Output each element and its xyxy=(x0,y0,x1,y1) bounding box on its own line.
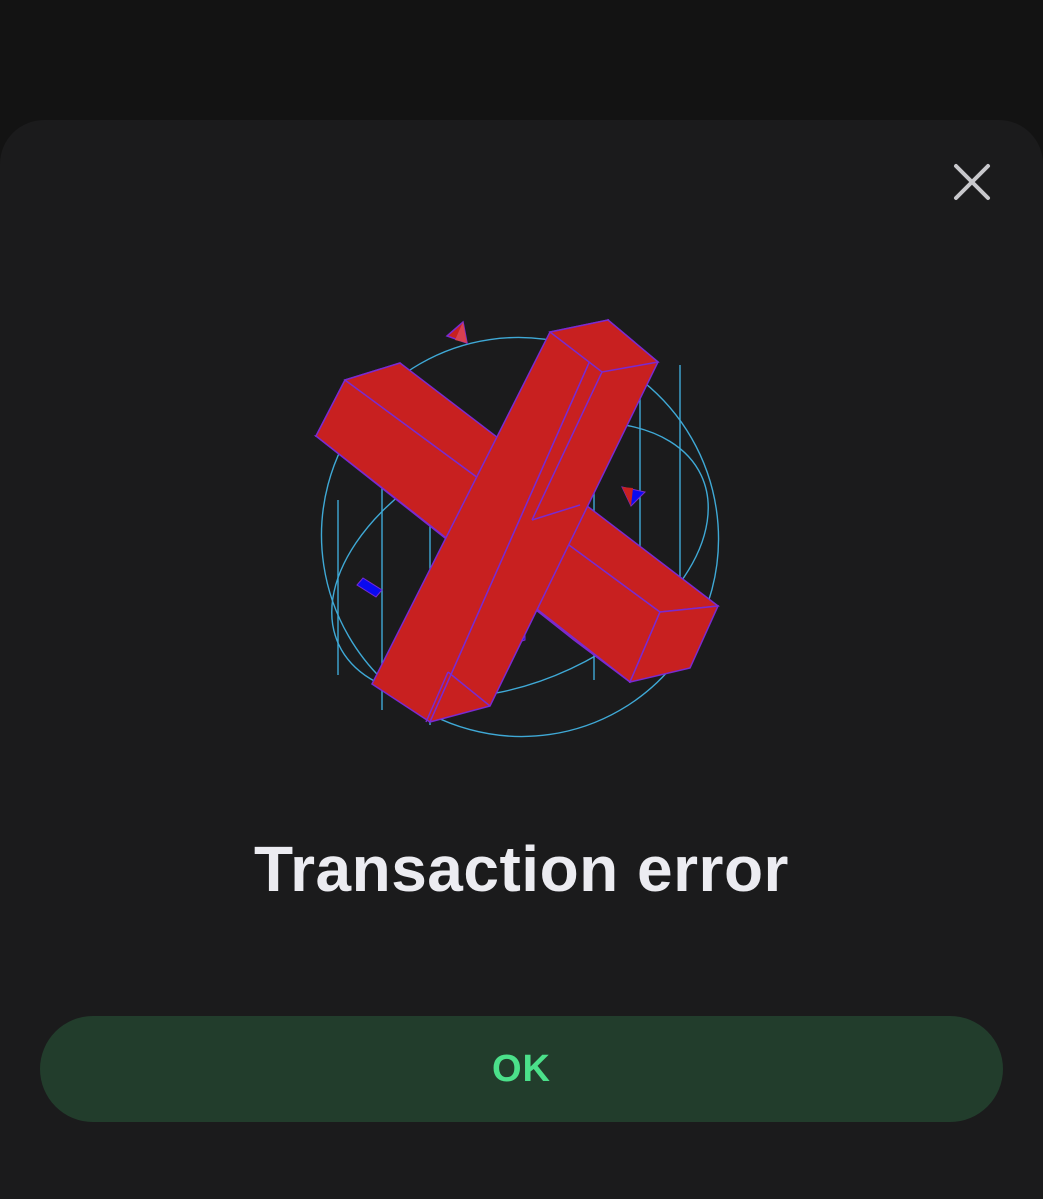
close-icon xyxy=(954,164,990,200)
ok-button-label: OK xyxy=(492,1047,551,1090)
dialog-title: Transaction error xyxy=(254,833,789,905)
error-illustration xyxy=(300,310,740,750)
close-button[interactable] xyxy=(942,152,1002,212)
error-x-3d-icon xyxy=(313,318,720,738)
ok-button[interactable]: OK xyxy=(40,1016,1003,1122)
